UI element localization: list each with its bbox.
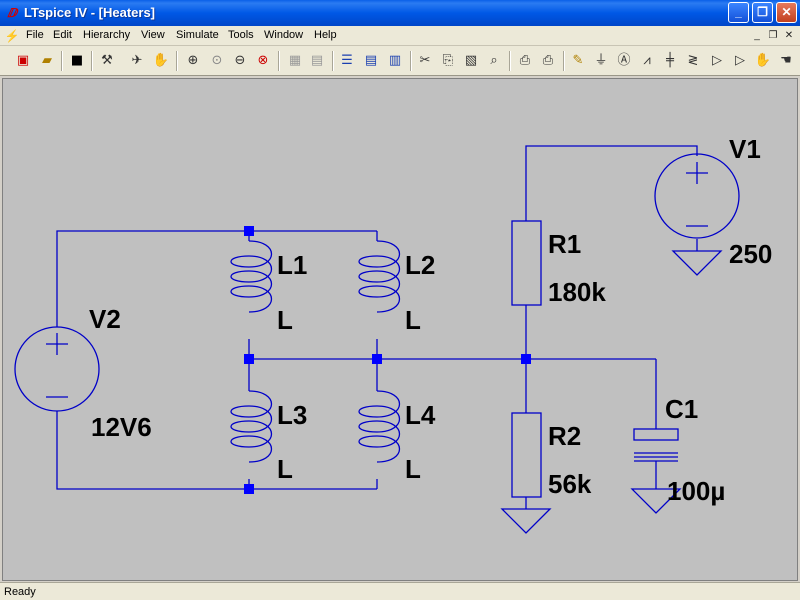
control-panel-icon[interactable]: ⚒: [96, 50, 118, 72]
v2-value: 12V6: [91, 412, 152, 442]
l3-inductor[interactable]: [230, 390, 273, 463]
l4-inductor[interactable]: [358, 390, 401, 463]
l2-inductor[interactable]: [358, 240, 401, 313]
schematic-doc-icon[interactable]: ⚡: [4, 28, 20, 44]
open-folder-icon[interactable]: ▰: [36, 50, 58, 72]
junction-dot: [521, 354, 531, 364]
doc-minimize-icon[interactable]: _: [750, 29, 764, 43]
tile-horizontal-icon[interactable]: ☰: [336, 50, 358, 72]
diode-icon[interactable]: ▷: [706, 50, 728, 72]
copy-icon[interactable]: ⎘: [437, 50, 459, 72]
cascade-icon[interactable]: ▥: [384, 50, 406, 72]
menu-help[interactable]: Help: [314, 29, 337, 41]
junction-dot: [244, 484, 254, 494]
l3-value: L: [277, 454, 293, 484]
ground-icon[interactable]: ⏚: [590, 50, 612, 72]
v1-source[interactable]: [654, 153, 740, 239]
menu-edit[interactable]: Edit: [53, 29, 72, 41]
print-icon[interactable]: ⎙: [537, 50, 559, 72]
label-net-icon[interactable]: Ⓐ: [613, 50, 635, 72]
c1-capacitor[interactable]: [633, 428, 679, 462]
l1-inductor[interactable]: [230, 240, 273, 313]
wires: [56, 145, 698, 509]
menu-hierarchy[interactable]: Hierarchy: [83, 29, 130, 41]
doc-close-icon[interactable]: ✕: [782, 29, 796, 43]
junction-dot: [244, 354, 254, 364]
close-button[interactable]: ✕: [776, 2, 797, 23]
l3-ref: L3: [277, 400, 307, 430]
menu-view[interactable]: View: [141, 29, 165, 41]
waveform-icon[interactable]: ▤: [306, 50, 328, 72]
r2-ref: R2: [548, 421, 581, 451]
c1-ref: C1: [665, 394, 698, 424]
l4-value: L: [405, 454, 421, 484]
junction-dot: [372, 354, 382, 364]
r2-value: 56k: [548, 469, 592, 499]
close-icon: ✕: [781, 5, 792, 19]
tile-vertical-icon[interactable]: ▤: [360, 50, 382, 72]
r1-value: 180k: [548, 277, 606, 307]
zoom-fit-icon[interactable]: ⊗: [252, 50, 274, 72]
doc-restore-icon[interactable]: ❐: [766, 29, 780, 43]
r1-ref: R1: [548, 229, 581, 259]
v1-value: 250: [729, 239, 772, 269]
restore-icon: ❐: [757, 5, 768, 19]
autorange-icon[interactable]: ▦: [284, 50, 306, 72]
move-hand-icon[interactable]: ✋: [752, 50, 774, 72]
junction-dot: [244, 226, 254, 236]
l2-value: L: [405, 305, 421, 335]
schematic-canvas[interactable]: V1 250 V2 12V6 R1 180k R2 56k C1 100µ L1…: [2, 78, 798, 581]
menu-file[interactable]: File: [26, 29, 44, 41]
print-preview-icon[interactable]: ⎙: [514, 50, 536, 72]
zoom-out-icon[interactable]: ⊖: [229, 50, 251, 72]
minimize-button[interactable]: _: [728, 2, 749, 23]
l2-ref: L2: [405, 250, 435, 280]
open-schematic-icon[interactable]: ▣: [12, 50, 34, 72]
toolbar: ▣ ▰ ■ ⚒ ✈ ✋ ⊕ ⊙ ⊖ ⊗ ▦ ▤ ☰ ▤ ▥ ✂ ⎘ ▧ ⌕ ⎙ …: [0, 46, 800, 76]
run-icon[interactable]: ✈: [126, 50, 148, 72]
find-icon[interactable]: ⌕: [483, 50, 505, 72]
r2-ground: [500, 508, 552, 534]
menu-window[interactable]: Window: [264, 29, 303, 41]
cut-icon[interactable]: ✂: [414, 50, 436, 72]
draw-wire-icon[interactable]: ✎: [567, 50, 589, 72]
c1-value: 100µ: [667, 476, 725, 506]
window-title: LTspice IV - [Heaters]: [24, 5, 155, 20]
menu-bar: ⚡ File Edit Hierarchy View Simulate Tool…: [0, 26, 800, 46]
component-icon[interactable]: ▷: [729, 50, 751, 72]
drag-hand-icon[interactable]: ☚: [775, 50, 797, 72]
l1-ref: L1: [277, 250, 307, 280]
status-bar: Ready: [0, 582, 800, 600]
r1-resistor[interactable]: [511, 220, 542, 306]
r2-resistor[interactable]: [511, 412, 542, 498]
inductor-icon[interactable]: ≷: [682, 50, 704, 72]
resistor-icon[interactable]: ⩘: [636, 50, 658, 72]
v2-ref: V2: [89, 304, 121, 334]
menu-tools[interactable]: Tools: [228, 29, 254, 41]
title-bar: ⅅ LTspice IV - [Heaters] _ ❐ ✕: [0, 0, 800, 26]
menu-simulate[interactable]: Simulate: [176, 29, 219, 41]
halt-icon[interactable]: ✋: [150, 50, 172, 72]
schematic-drawing: V1 250 V2 12V6 R1 180k R2 56k C1 100µ L1…: [14, 134, 772, 534]
restore-button[interactable]: ❐: [752, 2, 773, 23]
l4-ref: L4: [405, 400, 436, 430]
l1-value: L: [277, 305, 293, 335]
zoom-in-icon[interactable]: ⊕: [182, 50, 204, 72]
paste-icon[interactable]: ▧: [460, 50, 482, 72]
ltspice-logo-icon: ⅅ: [7, 6, 17, 20]
capacitor-icon[interactable]: ╪: [659, 50, 681, 72]
save-icon[interactable]: ■: [66, 50, 88, 72]
pan-icon[interactable]: ⊙: [206, 50, 228, 72]
status-text: Ready: [4, 586, 36, 598]
v1-ground: [671, 250, 723, 276]
minimize-icon: _: [735, 5, 742, 19]
v1-ref: V1: [729, 134, 761, 164]
v2-source[interactable]: [14, 326, 100, 412]
